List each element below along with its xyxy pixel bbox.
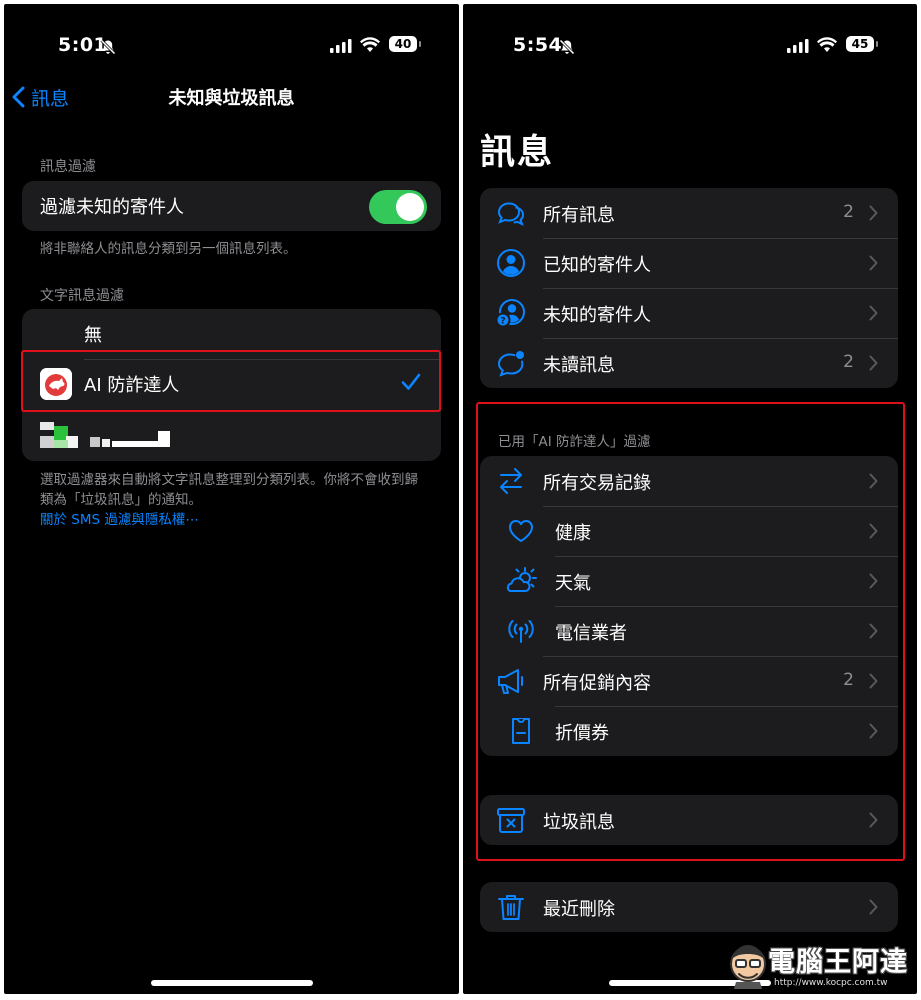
- mascot-logo-icon: [730, 945, 766, 989]
- wifi-icon: [817, 37, 837, 52]
- person-circle-icon: [497, 249, 525, 277]
- chevron-right-icon: [869, 205, 878, 221]
- pixelated-app-icon: [40, 422, 78, 450]
- filter-unknown-senders-toggle[interactable]: [369, 190, 427, 224]
- chat-bubbles-icon: [497, 202, 525, 226]
- toggle-knob: [396, 193, 424, 221]
- page-title: 訊息: [480, 133, 555, 173]
- bell-slash-icon: [559, 39, 575, 55]
- status-bar: 5:01 40: [4, 34, 459, 58]
- status-bar: 5:54 45: [463, 34, 917, 58]
- pixelated-app-name: [90, 431, 172, 449]
- unread-bubble-icon: [498, 351, 524, 377]
- main-message-list: 所有訊息 2 已知的寄件人 ? 未知的寄件人 未讀訊息 2: [480, 188, 898, 388]
- message-filter-group: 過濾未知的寄件人: [22, 181, 441, 231]
- list-item-all-messages[interactable]: 所有訊息 2: [480, 188, 898, 238]
- unread-count-badge: 2: [843, 202, 854, 222]
- highlight-box: [21, 350, 441, 412]
- home-indicator[interactable]: [151, 980, 313, 986]
- highlight-box: [476, 402, 905, 861]
- list-item-label: 最近刪除: [543, 899, 615, 920]
- chevron-right-icon: [869, 355, 878, 371]
- unread-count-badge: 2: [843, 352, 854, 372]
- status-time: 5:54: [513, 34, 563, 56]
- trash-icon: [498, 895, 524, 920]
- watermark-url: http://www.kocpc.com.tw: [774, 978, 888, 988]
- list-item-known-senders[interactable]: 已知的寄件人: [480, 238, 898, 288]
- message-filter-footer: 將非聯絡人的訊息分類到另一個訊息列表。: [40, 241, 297, 257]
- svg-text:?: ?: [500, 317, 505, 327]
- watermark: 電腦王阿達 http://www.kocpc.com.tw: [728, 938, 913, 994]
- sms-filter-option-label: 無: [84, 325, 102, 346]
- chevron-right-icon: [869, 255, 878, 271]
- bell-slash-icon: [100, 39, 116, 55]
- battery-indicator: 45: [846, 36, 878, 52]
- sms-filter-header: 文字訊息過濾: [40, 288, 124, 304]
- wifi-icon: [360, 37, 380, 52]
- chevron-right-icon: [869, 899, 878, 915]
- person-question-icon: ?: [495, 299, 525, 328]
- sms-privacy-link[interactable]: 關於 SMS 過濾與隱私權⋯: [40, 510, 429, 530]
- list-item-unknown-senders[interactable]: ? 未知的寄件人: [480, 288, 898, 338]
- sms-filter-footer: 選取過濾器來自動將文字訊息整理到分類列表。你將不會收到歸類為「垃圾訊息」的通知。…: [40, 470, 429, 530]
- list-item-unread[interactable]: 未讀訊息 2: [480, 338, 898, 388]
- filter-unknown-senders-row: 過濾未知的寄件人: [22, 181, 441, 231]
- list-item-label: 所有訊息: [543, 205, 615, 226]
- right-phone-screen: 5:54 45 訊息 所有訊息 2 已知的寄件人 ? 未知的寄件人 未讀訊息 2…: [463, 4, 917, 994]
- left-phone-screen: 5:01 40 訊息 未知與垃圾訊息 訊息過濾 過濾未知的寄件人 將非聯絡人的訊…: [4, 4, 459, 994]
- list-item-label: 未知的寄件人: [543, 305, 651, 326]
- page-title: 未知與垃圾訊息: [168, 88, 295, 109]
- cellular-signal-icon: [787, 39, 809, 53]
- message-filter-header: 訊息過濾: [40, 159, 96, 175]
- battery-indicator: 40: [389, 36, 421, 52]
- cellular-signal-icon: [330, 39, 352, 53]
- recently-deleted-group: 最近刪除: [480, 882, 898, 932]
- watermark-text: 電腦王阿達: [768, 947, 908, 978]
- sms-filter-footer-text: 選取過濾器來自動將文字訊息整理到分類列表。你將不會收到歸類為「垃圾訊息」的通知。: [40, 472, 418, 508]
- list-item-label: 已知的寄件人: [543, 255, 651, 276]
- list-item-recently-deleted[interactable]: 最近刪除: [480, 882, 898, 932]
- list-item-label: 未讀訊息: [543, 355, 615, 376]
- chevron-right-icon: [869, 305, 878, 321]
- filter-unknown-senders-label: 過濾未知的寄件人: [40, 197, 184, 218]
- sms-filter-option-pixelated[interactable]: [22, 409, 441, 459]
